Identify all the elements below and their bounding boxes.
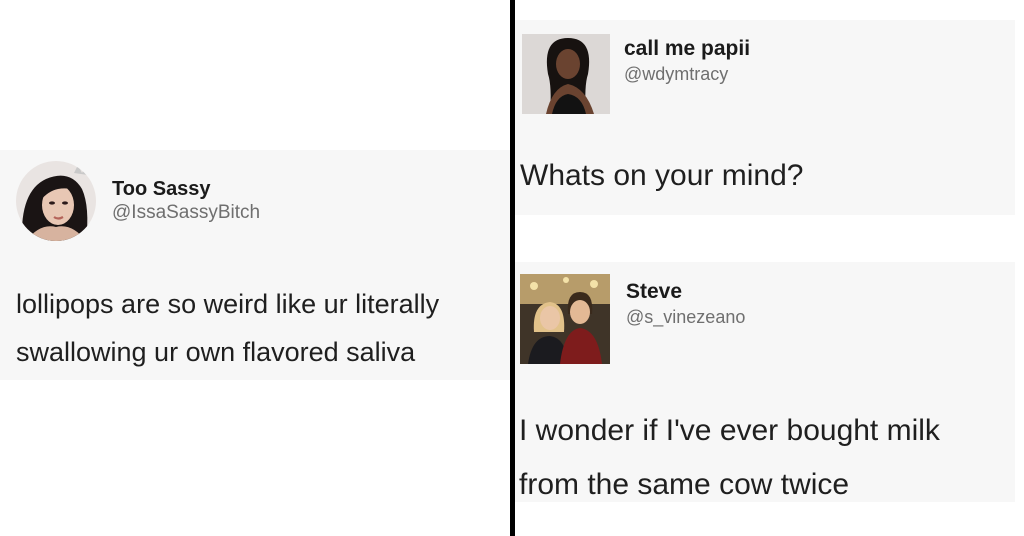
tweet-text-line: lollipops are so weird like ur literally: [16, 289, 440, 319]
tweet-text-line: from the same cow twice: [519, 468, 850, 501]
right-bottom-tweet-names: Steve @s_vinezeano: [626, 279, 745, 329]
profile-photo-couple-icon: [520, 274, 610, 364]
profile-photo-person-icon: [522, 34, 610, 114]
right-bottom-tweet-avatar: [520, 274, 610, 364]
user-handle[interactable]: @IssaSassyBitch: [112, 201, 260, 225]
display-name[interactable]: call me papii: [624, 36, 750, 62]
right-top-tweet-names: call me papii @wdymtracy: [624, 36, 750, 86]
left-tweet-text: lollipops are so weird like ur literally…: [16, 280, 439, 376]
right-bottom-tweet-header: Steve @s_vinezeano: [520, 274, 745, 364]
right-bottom-tweet-text: I wonder if I've ever bought milk from t…: [519, 404, 940, 512]
left-tweet-header: Too Sassy @IssaSassyBitch: [16, 161, 260, 241]
user-handle[interactable]: @s_vinezeano: [626, 305, 745, 329]
left-tweet-avatar: [16, 161, 96, 241]
left-tweet-names: Too Sassy @IssaSassyBitch: [112, 177, 260, 225]
tweet-text-line: I wonder if I've ever bought milk: [519, 414, 940, 447]
display-name[interactable]: Too Sassy: [112, 177, 260, 201]
display-name[interactable]: Steve: [626, 279, 745, 305]
right-top-tweet-header: call me papii @wdymtracy: [522, 34, 750, 114]
user-handle[interactable]: @wdymtracy: [624, 62, 750, 86]
tweet-text-line: swallowing ur own flavored saliva: [16, 337, 416, 367]
right-top-tweet-text: Whats on your mind?: [520, 159, 804, 192]
profile-photo-woman-icon: [16, 161, 96, 241]
meme-canvas: Too Sassy @IssaSassyBitch lollipops are …: [0, 0, 1024, 536]
right-top-tweet-avatar: [522, 34, 610, 114]
